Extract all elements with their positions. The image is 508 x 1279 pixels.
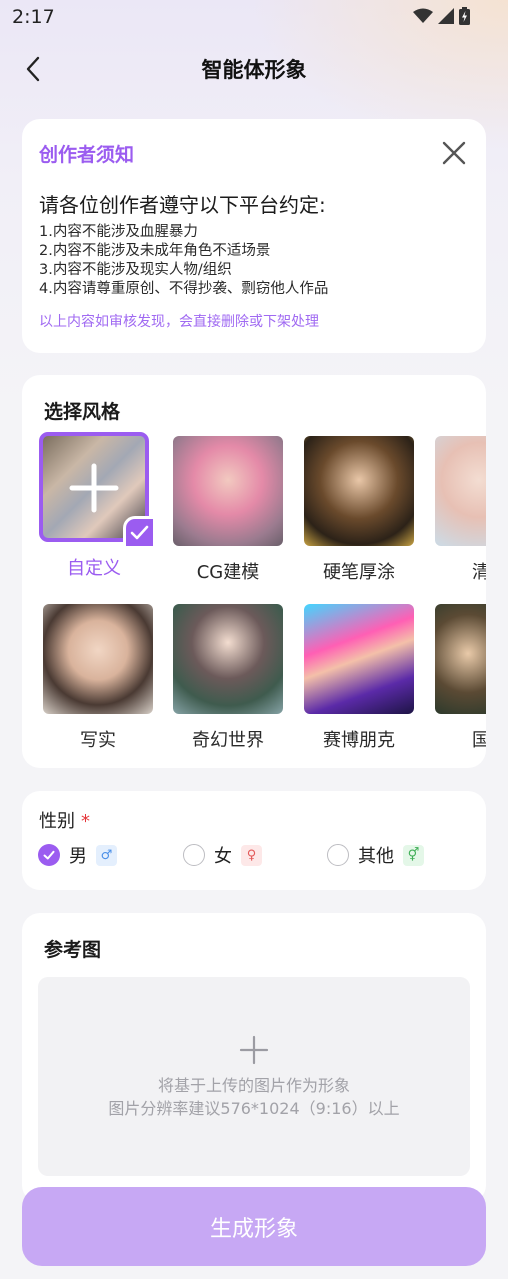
notice-lead: 请各位创作者遵守以下平台约定:: [39, 193, 326, 217]
gender-option-male[interactable]: 男 ♂: [38, 842, 117, 868]
wifi-icon: [413, 8, 433, 23]
gender-option-label: 女: [214, 846, 232, 867]
female-symbol-icon: ♀: [241, 844, 262, 866]
gender-option-other[interactable]: 其他 ⚥: [327, 842, 424, 868]
gender-label-text: 性别: [39, 811, 75, 832]
page-title: 智能体形象: [201, 58, 307, 82]
upload-hint-line1: 将基于上传的图片作为形象: [157, 1076, 350, 1095]
style-label: 硬笔厚涂: [323, 562, 395, 583]
notice-close-button[interactable]: [440, 139, 468, 167]
cellular-signal-icon: [438, 8, 454, 24]
status-time: 2:17: [12, 6, 55, 28]
status-icons: [413, 7, 470, 25]
style-label: 奇幻世界: [192, 730, 264, 751]
image-upload-area[interactable]: 将基于上传的图片作为形象 图片分辨率建议576*1024（9:16）以上: [38, 977, 470, 1176]
notice-rule: 3.内容不能涉及现实人物/组织: [39, 262, 232, 278]
gender-card: 性别 * 男 ♂ 女 ♀ 其他 ⚥: [22, 791, 486, 890]
radio-unchecked-icon: [327, 844, 349, 866]
gender-label: 性别 *: [39, 807, 90, 833]
cyberpunk-style-thumbnail: [304, 604, 414, 714]
required-asterisk: *: [81, 811, 90, 832]
style-label: 写实: [80, 730, 116, 751]
notice-warning: 以上内容如审核发现，会直接删除或下架处理: [39, 314, 319, 330]
generate-avatar-button[interactable]: 生成形象: [22, 1187, 486, 1266]
style-selection-card: 选择风格 自定义 CG建模 硬笔厚涂 清新 写实 奇幻世界 赛博朋克 国风: [22, 375, 486, 768]
notice-title: 创作者须知: [39, 144, 135, 166]
male-symbol-icon: ♂: [96, 844, 117, 866]
creator-notice-card: 创作者须知 请各位创作者遵守以下平台约定: 1.内容不能涉及血腥暴力 2.内容不…: [22, 119, 486, 353]
style-label: CG建模: [196, 562, 260, 583]
other-gender-symbol-icon: ⚥: [403, 844, 424, 866]
gender-option-label: 男: [69, 846, 87, 867]
reference-title: 参考图: [44, 939, 102, 961]
style-label: 清新: [472, 562, 486, 583]
notice-rule: 2.内容不能涉及未成年角色不适场景: [39, 243, 271, 259]
radio-checked-icon: [38, 844, 60, 866]
gender-option-label: 其他: [358, 846, 394, 867]
battery-charging-icon: [459, 7, 470, 25]
close-icon: [442, 141, 466, 165]
reference-image-card: 参考图 将基于上传的图片作为形象 图片分辨率建议576*1024（9:16）以上: [22, 913, 486, 1203]
style-section-title: 选择风格: [44, 401, 121, 423]
status-bar: 2:17: [0, 0, 508, 34]
app-bar: 智能体形象: [0, 44, 508, 94]
selected-badge: [123, 516, 153, 546]
check-icon: [130, 525, 149, 540]
thick-paint-style-thumbnail: [304, 436, 414, 546]
plus-icon: [239, 1035, 269, 1065]
notice-rules-list: 1.内容不能涉及血腥暴力 2.内容不能涉及未成年角色不适场景 3.内容不能涉及现…: [39, 223, 328, 299]
upload-hint-line2: 图片分辨率建议576*1024（9:16）以上: [108, 1099, 400, 1118]
check-icon: [43, 850, 55, 860]
gender-option-female[interactable]: 女 ♀: [183, 842, 262, 868]
style-label: 赛博朋克: [323, 730, 395, 751]
style-label: 自定义: [67, 558, 121, 579]
fresh-style-thumbnail: [435, 436, 486, 546]
notice-rule: 1.内容不能涉及血腥暴力: [39, 224, 198, 240]
realistic-style-thumbnail: [43, 604, 153, 714]
notice-rule: 4.内容请尊重原创、不得抄袭、剽窃他人作品: [39, 281, 329, 297]
style-label: 国风: [472, 730, 486, 751]
cg-style-thumbnail: [173, 436, 283, 546]
guofeng-style-thumbnail: [435, 604, 486, 714]
radio-unchecked-icon: [183, 844, 205, 866]
fantasy-style-thumbnail: [173, 604, 283, 714]
